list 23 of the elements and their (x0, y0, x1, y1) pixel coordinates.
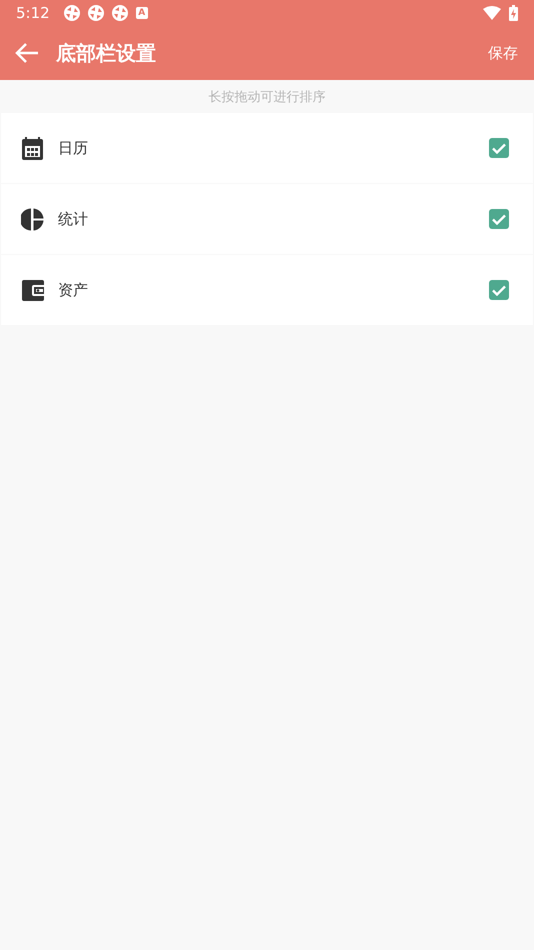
checkmark-icon (492, 284, 506, 296)
status-time: 5:12 (16, 4, 50, 22)
save-button[interactable]: 保存 (488, 44, 518, 62)
wifi-icon (483, 6, 501, 20)
wallet-icon (22, 280, 44, 300)
item-label: 资产 (58, 280, 89, 300)
sort-hint: 长按拖动可进行排序 (208, 88, 326, 106)
app-notification-icon (88, 5, 104, 21)
pie-chart-icon (21, 208, 44, 230)
item-label: 日历 (58, 138, 89, 158)
app-notification-icon (64, 5, 80, 21)
calendar-icon (22, 136, 43, 160)
battery-icon (509, 5, 518, 21)
item-label: 统计 (58, 210, 89, 228)
app-notification-icon (112, 5, 128, 21)
back-button[interactable] (14, 42, 40, 64)
checkbox[interactable] (489, 280, 509, 300)
checkmark-icon (492, 142, 506, 154)
page-title: 底部栏设置 (56, 40, 157, 66)
notification-badge: A (136, 7, 148, 19)
checkmark-icon (492, 214, 506, 224)
checkbox[interactable] (489, 209, 509, 229)
checkbox[interactable] (489, 138, 509, 158)
